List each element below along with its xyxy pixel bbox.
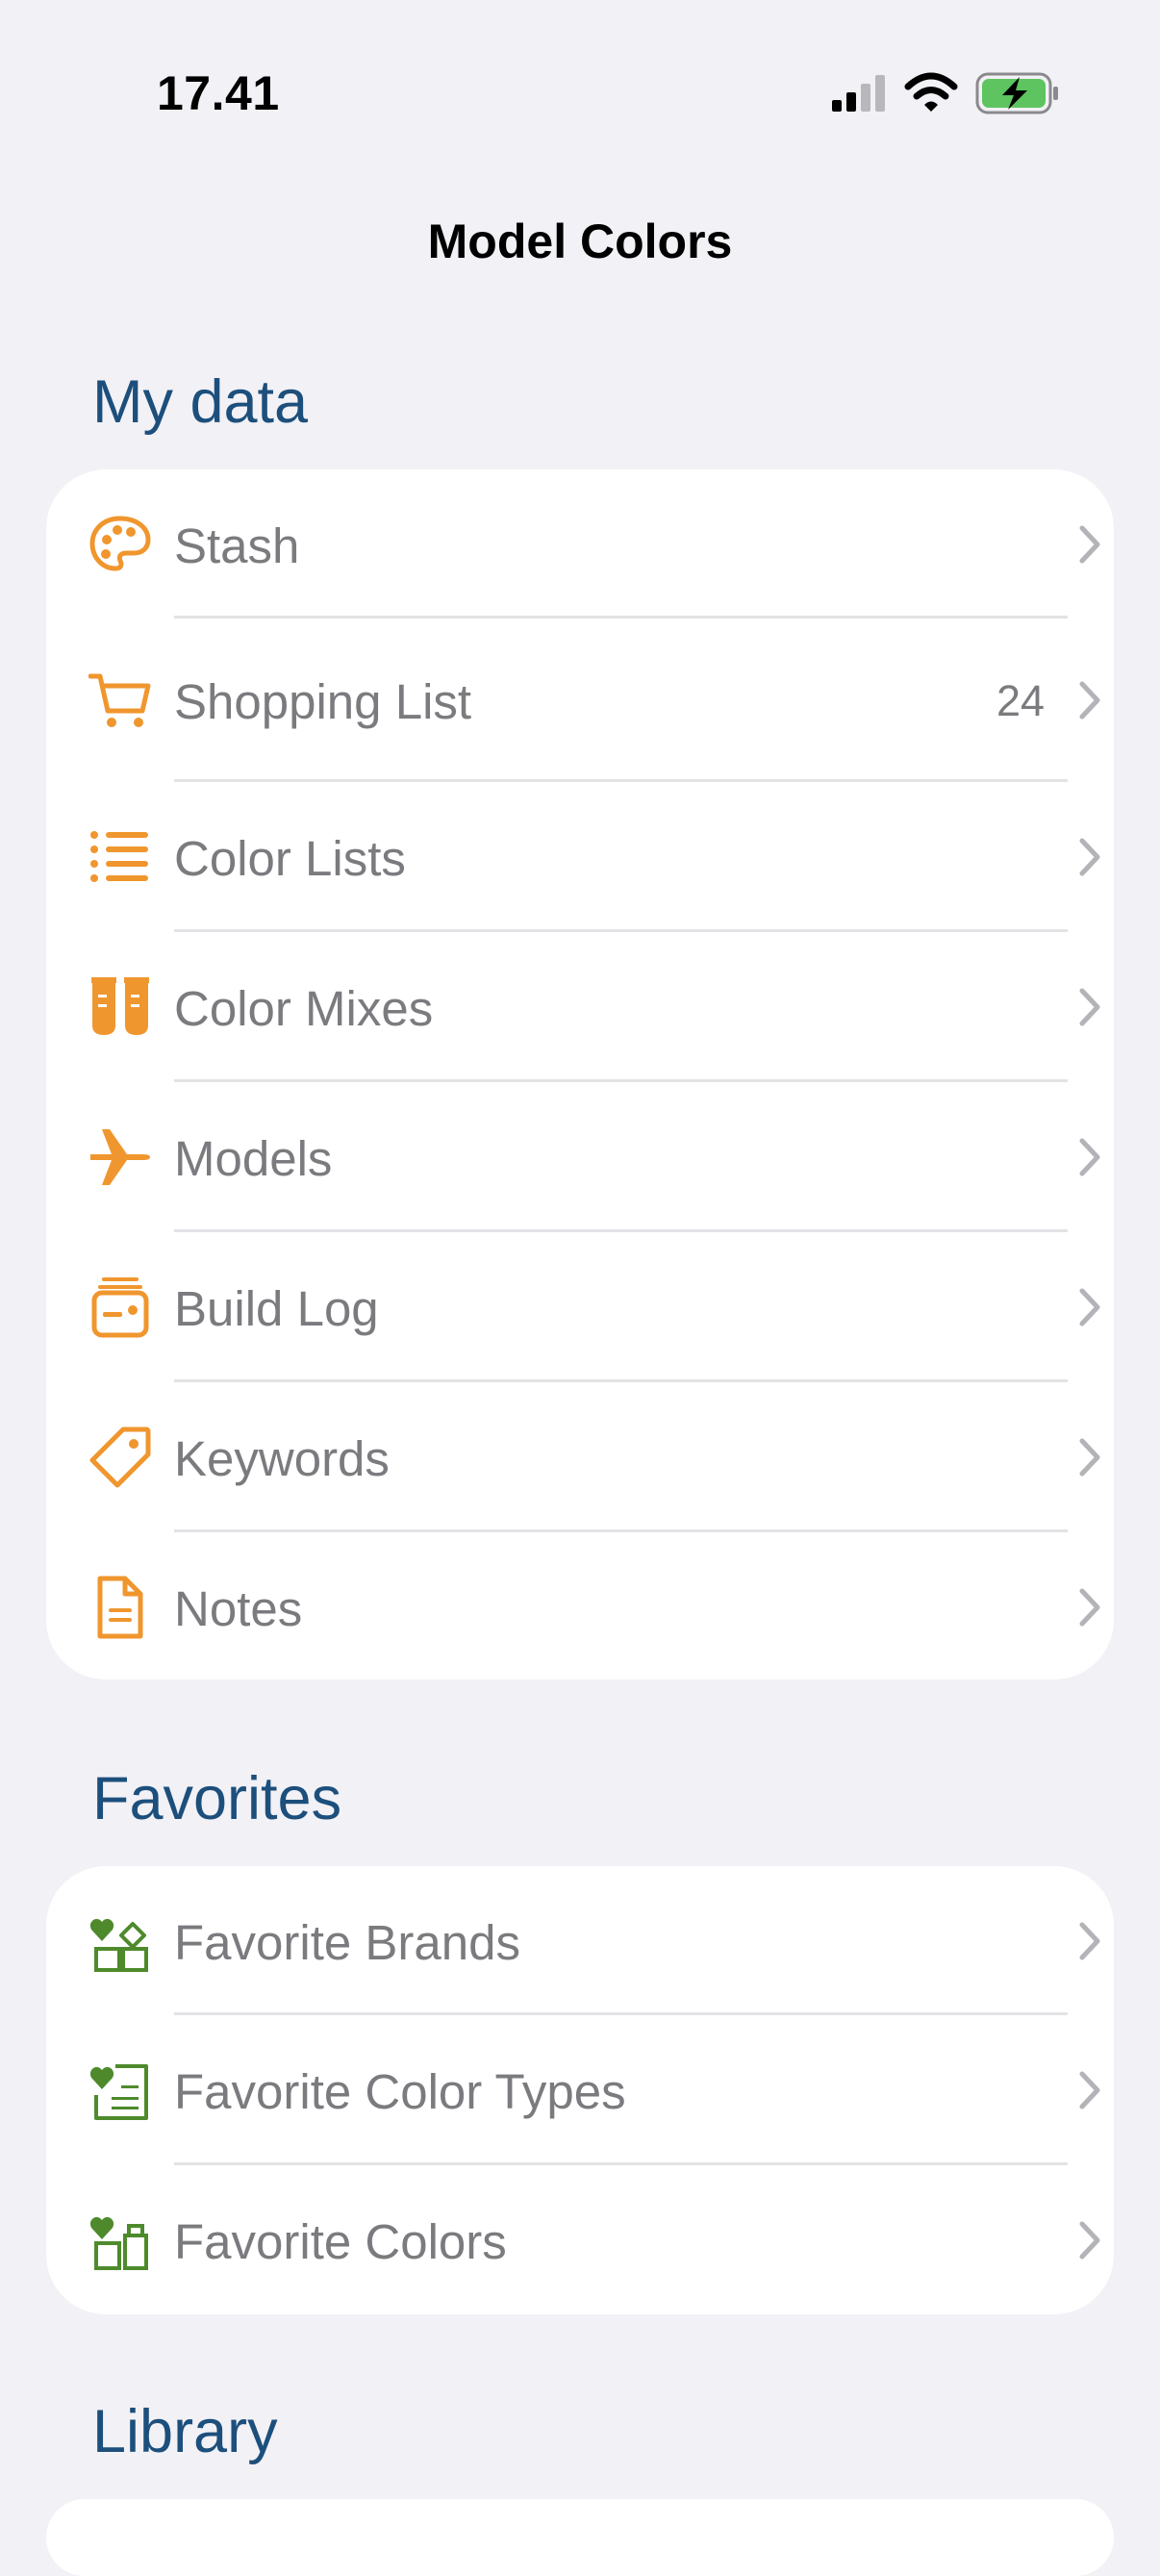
library-list [46, 2499, 1114, 2576]
count-badge: 24 [996, 676, 1045, 725]
list-item-label: Favorite Brands [174, 1915, 520, 1970]
section-header-library: Library [92, 2398, 278, 2465]
list-item-label: Color Lists [174, 831, 406, 886]
list-item-label: Color Mixes [174, 981, 434, 1036]
list-item-color-mixes[interactable]: Color Mixes [46, 932, 1114, 1082]
chevron-right-icon [1079, 525, 1100, 564]
chevron-right-icon [1079, 2221, 1100, 2260]
list-item-shopping-list[interactable]: Shopping List 24 [46, 619, 1114, 782]
list-item-label: Favorite Colors [174, 2214, 507, 2269]
list-item-favorite-color-types[interactable]: Favorite Color Types [46, 2015, 1114, 2165]
palette-icon [89, 516, 151, 571]
tag-icon [89, 1427, 151, 1488]
section-header-favorites: Favorites [92, 1765, 342, 1832]
list-item-notes[interactable]: Notes [46, 1532, 1114, 1679]
list-item-label: Keywords [174, 1431, 390, 1486]
favorite-brands-icon [89, 1918, 148, 1972]
list-icon [90, 831, 148, 882]
chevron-right-icon [1079, 1438, 1100, 1477]
list-item-label: Favorite Color Types [174, 2064, 626, 2119]
favorite-colors-icon [89, 2216, 148, 2270]
list-item-favorite-brands[interactable]: Favorite Brands [46, 1866, 1114, 2015]
cellular-signal-icon [832, 75, 885, 112]
list-item-label: Models [174, 1131, 333, 1186]
document-icon [97, 1576, 143, 1639]
list-item-label: Build Log [174, 1281, 379, 1336]
chevron-right-icon [1079, 1922, 1100, 1960]
chevron-right-icon [1079, 988, 1100, 1026]
list-item-color-lists[interactable]: Color Lists [46, 782, 1114, 932]
list-item-models[interactable]: Models [46, 1082, 1114, 1232]
list-item-stash[interactable]: Stash [46, 469, 1114, 619]
my-data-list: Stash Shopping List 24 Color Lists Color… [46, 469, 1114, 1679]
airplane-icon [90, 1129, 150, 1185]
build-log-icon [91, 1277, 149, 1338]
wifi-icon [904, 72, 958, 112]
list-item-keywords[interactable]: Keywords [46, 1382, 1114, 1532]
list-item-favorite-colors[interactable]: Favorite Colors [46, 2165, 1114, 2314]
favorites-list: Favorite Brands Favorite Color Types Fav… [46, 1866, 1114, 2314]
chevron-right-icon [1079, 1588, 1100, 1627]
chevron-right-icon [1079, 838, 1100, 876]
list-item-label: Stash [174, 518, 300, 573]
list-item-label: Shopping List [174, 674, 472, 729]
favorite-color-types-icon [89, 2064, 148, 2120]
page-title: Model Colors [427, 215, 733, 268]
test-tubes-icon [91, 977, 149, 1035]
battery-charging-icon [975, 72, 1058, 114]
list-item-label: Notes [174, 1581, 303, 1636]
status-bar: 17.41 [0, 0, 1160, 183]
chevron-right-icon [1079, 2071, 1100, 2109]
cart-icon [88, 673, 151, 727]
chevron-right-icon [1079, 681, 1100, 720]
status-time: 17.41 [157, 66, 280, 120]
chevron-right-icon [1079, 1138, 1100, 1176]
section-header-my-data: My data [92, 368, 309, 436]
list-item-build-log[interactable]: Build Log [46, 1232, 1114, 1382]
chevron-right-icon [1079, 1288, 1100, 1326]
